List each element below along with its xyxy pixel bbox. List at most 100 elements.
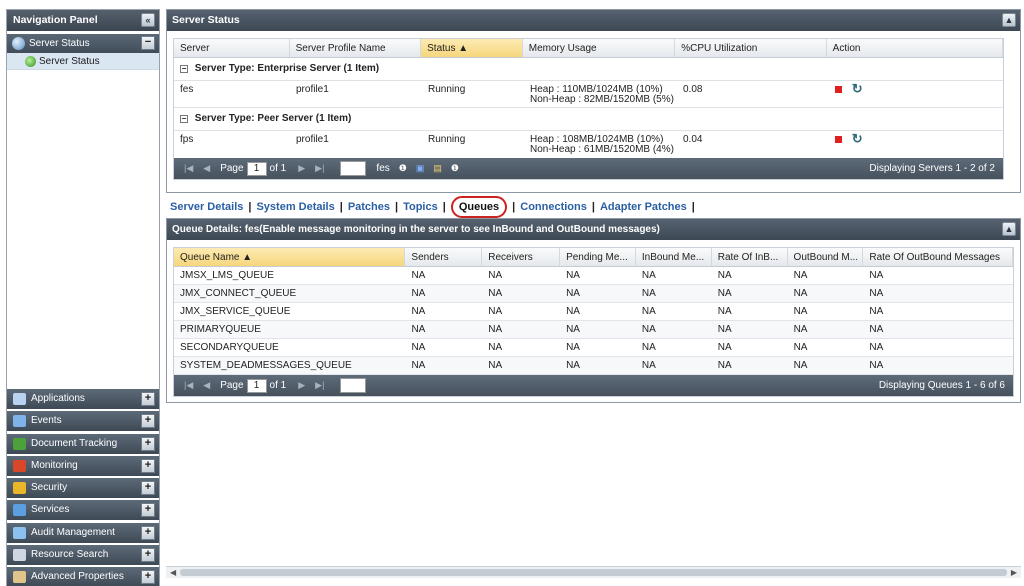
cell-queue-name: JMX_SERVICE_QUEUE <box>180 306 291 317</box>
table-row[interactable]: SECONDARYQUEUE NA NA NA NA NA NA NA <box>174 339 1013 357</box>
nav-section-server-status[interactable]: Server Status − <box>7 34 159 53</box>
table-row[interactable]: PRIMARYQUEUE NA NA NA NA NA NA NA <box>174 321 1013 339</box>
server-filter-input[interactable] <box>340 161 367 176</box>
next-page-icon[interactable]: ▶ <box>298 158 305 179</box>
stop-server-icon[interactable] <box>835 135 842 143</box>
table-cell: NA <box>793 306 808 317</box>
tab-server-details[interactable]: Server Details <box>170 201 243 213</box>
column-header-outbound[interactable]: OutBound M... <box>788 248 864 266</box>
table-cell: NA <box>566 360 580 371</box>
tab-patches[interactable]: Patches <box>348 201 390 213</box>
group-toggle-icon[interactable]: − <box>180 115 188 123</box>
collapse-nav-icon[interactable]: « <box>141 13 155 27</box>
column-header-status[interactable]: Status ▲ <box>421 39 523 57</box>
nav-item-document-tracking[interactable]: Document Tracking + <box>7 433 159 454</box>
cell-status: Running <box>428 134 466 145</box>
column-header-memory[interactable]: Memory Usage <box>523 39 676 57</box>
column-header-cpu[interactable]: %CPU Utilization <box>675 39 827 57</box>
first-page-icon[interactable]: |◀ <box>184 158 193 179</box>
prev-page-icon[interactable]: ◀ <box>203 158 210 179</box>
tab-queues[interactable]: Queues <box>450 196 508 218</box>
expand-icon[interactable]: + <box>141 570 155 585</box>
expand-icon[interactable]: + <box>141 436 155 451</box>
next-page-icon[interactable]: ▶ <box>298 375 305 396</box>
tab-topics[interactable]: Topics <box>403 201 438 213</box>
queue-grid: Queue Name ▲ Senders Receivers Pending M… <box>173 247 1014 397</box>
table-row[interactable]: JMX_SERVICE_QUEUE NA NA NA NA NA NA NA <box>174 303 1013 321</box>
last-page-icon[interactable]: ▶| <box>315 375 324 396</box>
group-toggle-icon[interactable]: − <box>180 65 188 73</box>
table-row[interactable]: JMSX_LMS_QUEUE NA NA NA NA NA NA NA <box>174 267 1013 285</box>
expand-icon[interactable]: + <box>141 548 155 563</box>
nav-item-services[interactable]: Services + <box>7 500 159 521</box>
first-page-icon[interactable]: |◀ <box>184 375 193 396</box>
collapse-section-icon[interactable]: − <box>141 36 155 50</box>
export-icon[interactable]: ▤ <box>433 158 442 179</box>
table-row[interactable]: fes profile1 Running Heap : 110MB/1024MB… <box>174 80 1003 108</box>
restart-server-icon[interactable]: ↻ <box>852 131 863 146</box>
nav-item-applications[interactable]: Applications + <box>7 389 159 409</box>
group-row-enterprise[interactable]: − Server Type: Enterprise Server (1 Item… <box>174 58 1003 80</box>
horizontal-scrollbar[interactable]: ◀ ▶ <box>166 566 1021 578</box>
help-icon[interactable]: ❶ <box>451 158 459 179</box>
server-filter-value: fes <box>376 163 390 174</box>
collapse-panel-icon[interactable]: ▲ <box>1002 222 1016 236</box>
table-row[interactable]: fps profile1 Running Heap : 108MB/1024MB… <box>174 130 1003 158</box>
table-row[interactable]: SYSTEM_DEADMESSAGES_QUEUE NA NA NA NA NA NA NA <box>174 357 1013 375</box>
last-page-icon[interactable]: ▶| <box>315 158 324 179</box>
nav-item-monitoring[interactable]: Monitoring + <box>7 455 159 476</box>
expand-icon[interactable]: + <box>141 458 155 473</box>
column-header-rate-outbound[interactable]: Rate Of OutBound Messages <box>863 248 1014 266</box>
tab-separator: | <box>248 201 252 213</box>
expand-icon[interactable]: + <box>141 392 155 406</box>
nav-item-advanced-properties[interactable]: Advanced Properties + <box>7 567 159 586</box>
page-label: Page <box>220 163 244 174</box>
cell-action: ↻ <box>829 81 989 107</box>
table-cell: NA <box>793 270 808 281</box>
table-cell: NA <box>411 306 426 317</box>
nav-item-events[interactable]: Events + <box>7 411 159 432</box>
column-header-inbound[interactable]: InBound Me... <box>636 248 712 266</box>
column-header-action[interactable]: Action <box>827 39 1004 57</box>
expand-icon[interactable]: + <box>141 481 155 496</box>
info-icon[interactable]: ❶ <box>399 158 407 179</box>
column-header-queue-name[interactable]: Queue Name ▲ <box>174 248 406 266</box>
page-number-input[interactable]: 1 <box>246 161 267 176</box>
nav-item-resource-search[interactable]: Resource Search + <box>7 545 159 566</box>
cell-cpu: 0.08 <box>683 84 703 95</box>
group-row-peer[interactable]: − Server Type: Peer Server (1 Item) <box>174 108 1003 130</box>
table-row[interactable]: JMX_CONNECT_QUEUE NA NA NA NA NA NA NA <box>174 285 1013 303</box>
stop-server-icon[interactable] <box>835 85 842 93</box>
queue-pager-display: Displaying Queues 1 - 6 of 6 <box>878 380 1005 391</box>
scrollbar-thumb[interactable] <box>180 569 1007 576</box>
tab-connections[interactable]: Connections <box>520 201 587 213</box>
page-number-input[interactable]: 1 <box>246 378 267 393</box>
column-header-profile[interactable]: Server Profile Name <box>290 39 422 57</box>
tab-system-details[interactable]: System Details <box>256 201 334 213</box>
table-cell: NA <box>566 342 580 353</box>
cell-profile: profile1 <box>296 84 329 95</box>
nav-item-audit-management[interactable]: Audit Management + <box>7 522 159 543</box>
column-header-senders[interactable]: Senders <box>405 248 483 266</box>
column-header-server[interactable]: Server <box>174 39 290 57</box>
cell-status: Running <box>428 84 466 95</box>
column-header-pending[interactable]: Pending Me... <box>560 248 636 266</box>
column-header-receivers[interactable]: Receivers <box>482 248 561 266</box>
save-icon[interactable]: ▣ <box>416 158 425 179</box>
expand-icon[interactable]: + <box>141 414 155 429</box>
prev-page-icon[interactable]: ◀ <box>203 375 210 396</box>
expand-icon[interactable]: + <box>141 525 155 540</box>
scroll-left-icon[interactable]: ◀ <box>170 567 176 578</box>
nav-item-list: Applications + Events + Document Tracking + Mo… <box>7 389 159 586</box>
queue-filter-input[interactable] <box>340 378 367 393</box>
restart-server-icon[interactable]: ↻ <box>852 81 863 96</box>
table-cell: NA <box>717 324 732 335</box>
nav-item-security[interactable]: Security + <box>7 478 159 499</box>
nav-subitem-server-status[interactable]: Server Status <box>7 53 159 70</box>
scroll-right-icon[interactable]: ▶ <box>1011 567 1017 578</box>
table-cell: NA <box>641 288 656 299</box>
tab-adapter-patches[interactable]: Adapter Patches <box>600 201 687 213</box>
collapse-panel-icon[interactable]: ▲ <box>1002 13 1016 27</box>
column-header-rate-inbound[interactable]: Rate Of InB... <box>712 248 788 266</box>
expand-icon[interactable]: + <box>141 503 155 518</box>
